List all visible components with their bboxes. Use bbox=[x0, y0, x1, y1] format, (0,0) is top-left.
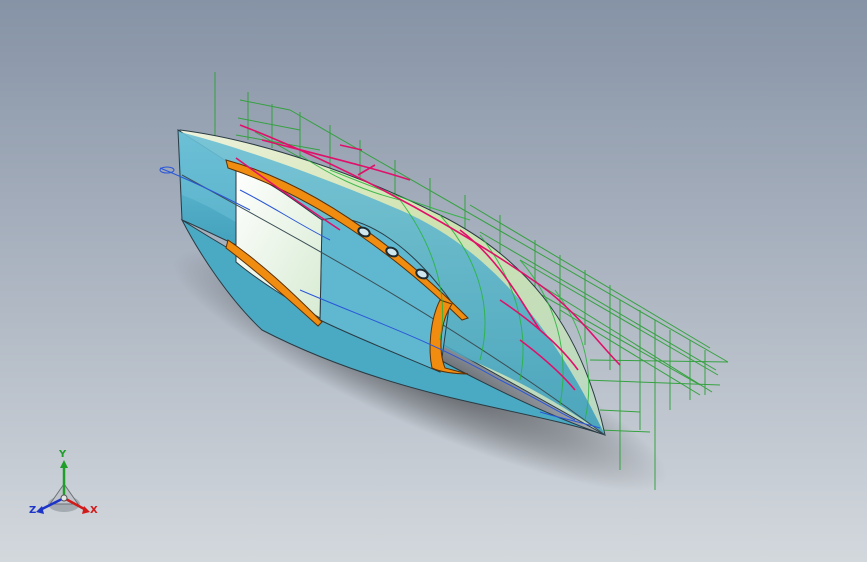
y-axis-label: Y bbox=[59, 449, 67, 460]
z-axis-label: Z bbox=[29, 505, 37, 516]
cad-viewport[interactable] bbox=[0, 0, 867, 562]
triad-labels: Y X Z bbox=[24, 446, 108, 526]
x-axis-label: X bbox=[90, 505, 98, 516]
